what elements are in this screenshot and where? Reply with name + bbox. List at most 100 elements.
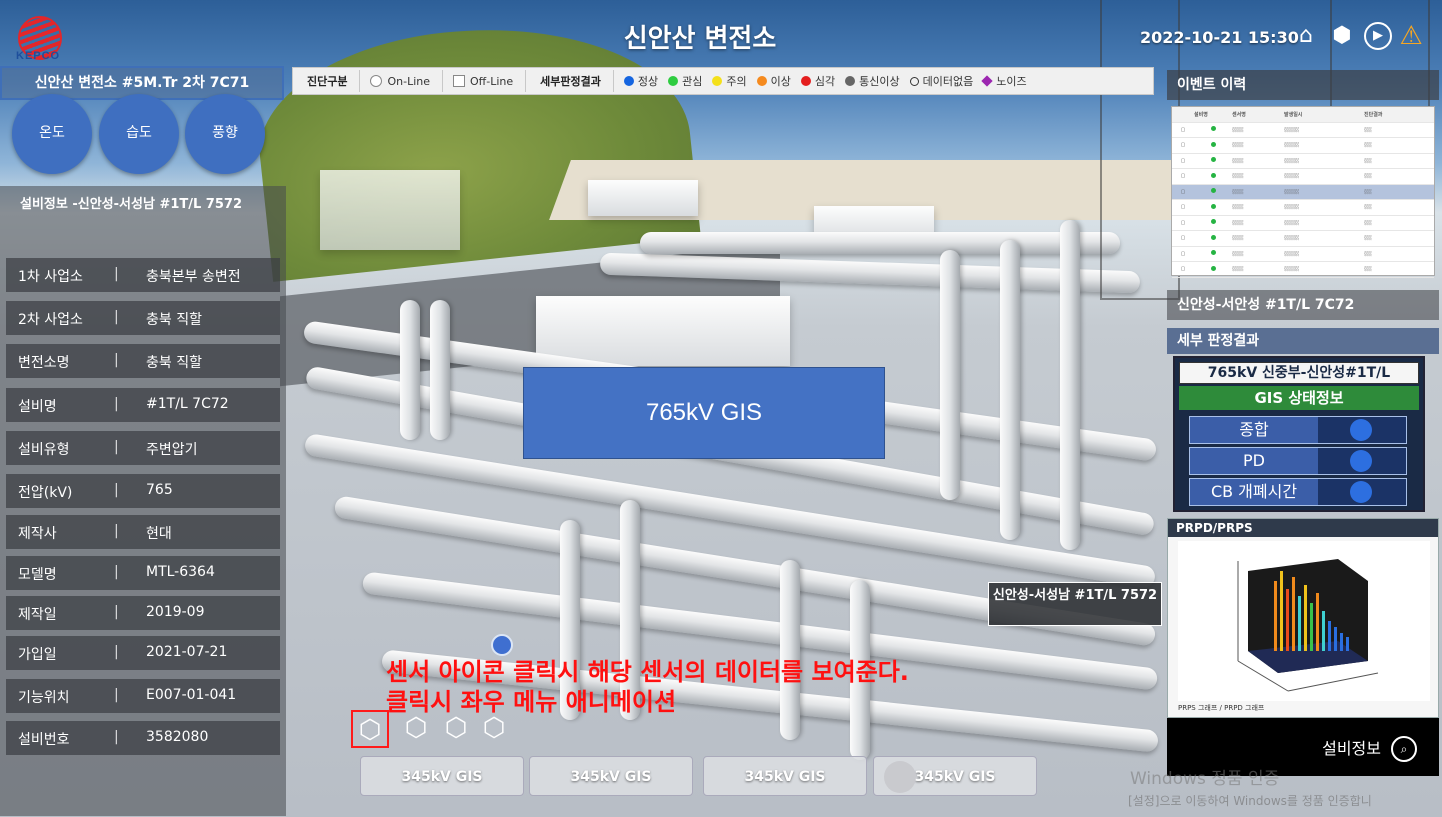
button-knob-icon — [884, 761, 916, 793]
home-icon[interactable]: ⌂ — [1292, 22, 1320, 50]
gis-345kv-button-2[interactable]: 345kV GIS — [529, 756, 693, 796]
info-separator: | — [114, 687, 119, 703]
table-row[interactable]: ▢ ░░░ ░░░░ ░░ — [1172, 154, 1434, 169]
info-key: 기능위치 — [18, 690, 70, 706]
cube-view-icon[interactable]: ⬢ — [1328, 22, 1356, 50]
sensor-cube-icon[interactable]: ⬡ — [475, 710, 513, 748]
online-radio[interactable]: On-Line — [370, 75, 430, 88]
gis-345kv-button-3[interactable]: 345kV GIS — [703, 756, 867, 796]
table-row[interactable]: ▢ ░░░ ░░░░ ░░ — [1172, 123, 1434, 138]
detail-result-title: 세부 판정결과 — [1167, 328, 1439, 354]
equipment-info-row: 제작사 | 현대 — [6, 515, 280, 549]
info-separator: | — [114, 604, 119, 620]
radio-icon[interactable] — [370, 75, 383, 87]
status-dot-icon — [1210, 203, 1216, 209]
row-checkbox[interactable]: ▢ — [1172, 173, 1194, 179]
status-indicator — [1318, 448, 1406, 474]
row-checkbox[interactable]: ▢ — [1172, 127, 1194, 133]
legend-item[interactable]: 데이터없음 — [909, 73, 973, 89]
status-row-pd[interactable]: PD — [1189, 447, 1407, 475]
info-value: 주변압기 — [146, 442, 198, 458]
row-checkbox[interactable]: ▢ — [1172, 251, 1194, 257]
sensor-cube-icon[interactable]: ⬡ — [437, 710, 475, 748]
prpd-title: PRPD/PRPS — [1168, 519, 1438, 537]
row-checkbox[interactable]: ▢ — [1172, 220, 1194, 226]
table-row[interactable]: ▢ ░░░ ░░░░ ░░ — [1172, 184, 1434, 200]
info-value: 충북본부 송변전 — [146, 269, 241, 285]
info-key: 모델명 — [18, 567, 57, 583]
equipment-info-row: 설비명 | #1T/L 7C72 — [6, 388, 280, 422]
legend-item[interactable]: 심각 — [800, 73, 835, 89]
row-status — [1194, 265, 1232, 273]
building — [588, 180, 698, 216]
temperature-button[interactable]: 온도 — [12, 94, 92, 174]
table-row[interactable]: ▢ ░░░ ░░░░ ░░ — [1172, 138, 1434, 154]
offline-label: Off-Line — [470, 74, 514, 88]
table-row[interactable]: ▢ ░░░ ░░░░ ░░ — [1172, 247, 1434, 262]
table-row[interactable]: ▢ ░░░ ░░░░ ░░ — [1172, 169, 1434, 185]
gis-pipe — [780, 560, 800, 740]
play-icon[interactable]: ▶ — [1364, 22, 1392, 50]
info-key: 변전소명 — [18, 355, 70, 371]
search-icon[interactable]: ⌕ — [1391, 736, 1417, 762]
gis-label-765kv[interactable]: 765kV GIS — [523, 367, 885, 459]
equipment-info-row: 전압(kV) | 765 — [6, 474, 280, 508]
checkbox-icon[interactable] — [453, 75, 466, 87]
row-checkbox[interactable]: ▢ — [1172, 235, 1194, 241]
info-key: 설비유형 — [18, 442, 70, 458]
status-dot-icon — [1210, 172, 1216, 178]
status-panel-subtitle: GIS 상태정보 — [1179, 386, 1419, 410]
table-row[interactable]: ▢ ░░░ ░░░░ ░░ — [1172, 216, 1434, 231]
event-history-title: 이벤트 이력 — [1167, 70, 1439, 100]
table-row[interactable]: ▢ ░░░ ░░░░ ░░ — [1172, 231, 1434, 247]
table-row[interactable]: ▢ ░░░ ░░░░ ░░ — [1172, 200, 1434, 216]
legend-item[interactable]: 이상 — [756, 73, 791, 89]
equipment-info-row: 기능위치 | E007-01-041 — [6, 679, 280, 713]
prps-3d-graph — [1178, 541, 1430, 701]
row-checkbox[interactable]: ▢ — [1172, 189, 1194, 195]
row-cell: ░░░ — [1232, 157, 1244, 164]
info-key: 설비번호 — [18, 732, 70, 748]
warning-icon[interactable]: ⚠ — [1397, 22, 1425, 50]
legend-item[interactable]: 주의 — [712, 73, 747, 89]
row-checkbox[interactable]: ▢ — [1172, 204, 1194, 210]
status-row-label: CB 개폐시간 — [1210, 482, 1298, 501]
row-cell: ░░░ — [1232, 126, 1244, 133]
row-cell: ░░░░ — [1284, 188, 1300, 195]
gis-345kv-button-4[interactable]: 345kV GIS — [873, 756, 1037, 796]
online-label: On-Line — [387, 74, 431, 88]
row-cell: ░░ — [1364, 173, 1372, 180]
row-checkbox[interactable]: ▢ — [1172, 142, 1194, 148]
sensor-cube-icon[interactable]: ⬡ — [397, 710, 435, 748]
info-key: 가입일 — [18, 647, 57, 663]
row-checkbox[interactable]: ▢ — [1172, 266, 1194, 272]
gis-345kv-button-1[interactable]: 345kV GIS — [360, 756, 524, 796]
event-history-table[interactable]: 설비명 센서명 발생일시 진단결과 ▢ ░░░ ░░░░ ░░ ▢ ░░░ ░░░░ ░░ ▢ ░░░ ░░… — [1171, 106, 1435, 278]
table-row[interactable]: ▢ ░░░ ░░░░ ░░ — [1172, 262, 1434, 278]
info-value: #1T/L 7C72 — [146, 396, 229, 412]
row-cell: ░░░ — [1232, 188, 1244, 195]
gis-pipe — [1060, 220, 1080, 550]
info-value: 충북 직할 — [146, 355, 202, 371]
prpd-prps-panel[interactable]: PRPD/PRPS PRPS 그래프 / PRPD 그래프 — [1167, 518, 1439, 718]
row-cell: ░░ — [1364, 157, 1372, 164]
status-row-label: 종합 — [1239, 420, 1269, 439]
status-dot-icon — [1210, 141, 1216, 147]
equipment-info-row: 1차 사업소 | 충북본부 송변전 — [6, 258, 280, 292]
sensor-cube-icon[interactable]: ⬡ — [351, 710, 389, 748]
status-row-cb-time[interactable]: CB 개폐시간 — [1189, 478, 1407, 506]
row-checkbox[interactable]: ▢ — [1172, 158, 1194, 164]
equipment-popup[interactable]: 신안성-서성남 #1T/L 7572 — [988, 582, 1162, 626]
humidity-button[interactable]: 습도 — [99, 94, 179, 174]
wind-direction-button[interactable]: 풍향 — [185, 94, 265, 174]
windows-activation-watermark-sub: [설정]으로 이동하여 Windows를 정품 인증합니 — [1128, 794, 1372, 808]
legend-item[interactable]: 관심 — [668, 73, 702, 89]
legend-item[interactable]: 통신이상 — [845, 73, 900, 89]
prpd-graph-tabs[interactable]: PRPS 그래프 / PRPD 그래프 — [1178, 703, 1264, 713]
gis-button-label: 345kV GIS — [401, 769, 483, 785]
legend-item[interactable]: 정상 — [623, 73, 658, 89]
status-row-overall[interactable]: 종합 — [1189, 416, 1407, 444]
legend-item[interactable]: 노이즈 — [981, 73, 1027, 89]
offline-checkbox[interactable]: Off-Line — [453, 75, 513, 88]
status-dot-icon — [1210, 265, 1216, 271]
